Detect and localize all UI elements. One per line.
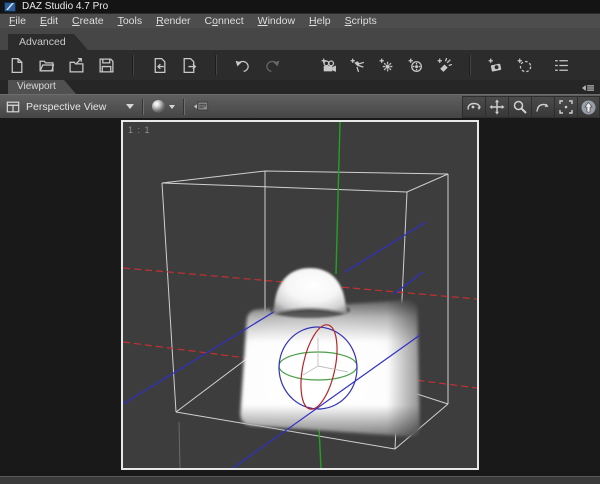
save-file-button[interactable]	[98, 57, 115, 74]
menu-tools[interactable]: Tools	[111, 14, 150, 29]
main-toolbar	[0, 50, 600, 80]
window-title: DAZ Studio 4.7 Pro	[22, 1, 109, 12]
menu-scripts[interactable]: Scripts	[338, 14, 384, 29]
import-file-icon	[154, 57, 166, 73]
aim-icon	[581, 100, 596, 114]
window-bottom-bar	[0, 476, 600, 484]
undo-button[interactable]	[234, 57, 251, 74]
viewport-toolbar: Perspective View	[0, 94, 600, 118]
export-file-icon	[183, 57, 197, 73]
new-distant-light-button[interactable]	[407, 57, 424, 74]
toolbar-separator	[469, 55, 471, 75]
chevron-down-icon	[169, 104, 176, 109]
new-distant-light-icon	[408, 58, 422, 72]
scene-3d-view[interactable]	[123, 122, 477, 468]
rotate-icon	[536, 103, 549, 112]
app-window: DAZ Studio 4.7 Pro File Edit Create Tools Re…	[0, 0, 600, 484]
drawstyle-selector[interactable]	[144, 95, 183, 118]
new-point-light-icon	[379, 58, 393, 71]
pane-options-button[interactable]	[185, 95, 217, 118]
viewport-grid-icon	[6, 101, 20, 112]
title-bar: DAZ Studio 4.7 Pro	[0, 0, 600, 13]
frame-tool-button[interactable]	[554, 96, 577, 118]
menu-edit[interactable]: Edit	[33, 14, 65, 29]
create-toolbar-group	[320, 50, 570, 80]
menu-bar: File Edit Create Tools Render Connect Window He…	[0, 13, 600, 28]
active-viewport[interactable]: 1 : 1	[121, 120, 479, 470]
tab-advanced[interactable]: Advanced	[8, 34, 88, 50]
magnifier-icon	[513, 100, 527, 114]
viewport-toolbar-left: Perspective View	[0, 95, 217, 118]
camera-tools	[462, 96, 600, 118]
new-file-button[interactable]	[8, 57, 25, 74]
new-node-icon	[517, 58, 532, 72]
undo-icon	[235, 60, 249, 72]
workspace-tabstrip: Advanced	[0, 28, 600, 50]
rotate-tool-button[interactable]	[531, 96, 554, 118]
chevron-down-icon	[126, 104, 135, 109]
menu-render[interactable]: Render	[149, 14, 197, 29]
open-file-icon	[39, 60, 55, 71]
new-spotlight-icon	[350, 58, 365, 72]
viewport-scale-label: 1 : 1	[128, 125, 151, 135]
new-linear-point-light-icon	[437, 57, 453, 72]
pan-tool-button[interactable]	[485, 96, 508, 118]
open-file-button[interactable]	[38, 57, 55, 74]
new-view-camera-icon	[488, 58, 502, 72]
new-node-button[interactable]	[516, 57, 533, 74]
redo-icon	[266, 60, 280, 72]
pane-menu-icon[interactable]	[581, 82, 595, 94]
new-spotlight-button[interactable]	[349, 57, 366, 74]
new-view-camera-button[interactable]	[487, 57, 504, 74]
menu-window[interactable]: Window	[251, 14, 302, 29]
save-file-icon	[99, 57, 114, 73]
toolbar-separator	[215, 55, 217, 75]
toolbar-separator	[132, 55, 134, 75]
export-file-button[interactable]	[181, 57, 198, 74]
open-merge-button[interactable]	[68, 57, 85, 74]
new-point-light-button[interactable]	[378, 57, 395, 74]
new-camera-button[interactable]	[320, 57, 337, 74]
camera-view-label: Perspective View	[26, 100, 107, 113]
scene-list-button[interactable]	[553, 57, 570, 74]
viewport-canvas-area: 1 : 1	[0, 118, 600, 476]
redo-button[interactable]	[264, 57, 281, 74]
menu-help[interactable]: Help	[302, 14, 338, 29]
orbit-tool-button[interactable]	[462, 96, 485, 118]
new-linear-point-light-button[interactable]	[436, 57, 453, 74]
zoom-tool-button[interactable]	[508, 96, 531, 118]
menu-connect[interactable]: Connect	[198, 14, 251, 29]
new-file-icon	[11, 57, 23, 73]
file-toolbar-group	[8, 55, 281, 75]
camera-view-selector[interactable]: Perspective View	[0, 95, 142, 118]
pan-icon	[489, 99, 505, 115]
pane-options-icon	[194, 101, 209, 111]
frame-icon	[559, 100, 573, 114]
import-file-button[interactable]	[151, 57, 168, 74]
drawstyle-sphere-icon	[152, 100, 166, 113]
open-merge-icon	[69, 57, 84, 73]
new-camera-icon	[321, 58, 336, 72]
orbit-icon	[467, 102, 481, 110]
menu-create[interactable]: Create	[65, 14, 111, 29]
menu-file[interactable]: File	[2, 14, 33, 29]
tab-viewport[interactable]: Viewport	[8, 80, 76, 94]
scene-list-icon	[555, 59, 568, 71]
app-logo-icon	[4, 1, 16, 12]
viewport-pane-tabrow: Viewport	[0, 80, 600, 94]
aim-tool-button[interactable]	[577, 96, 600, 118]
